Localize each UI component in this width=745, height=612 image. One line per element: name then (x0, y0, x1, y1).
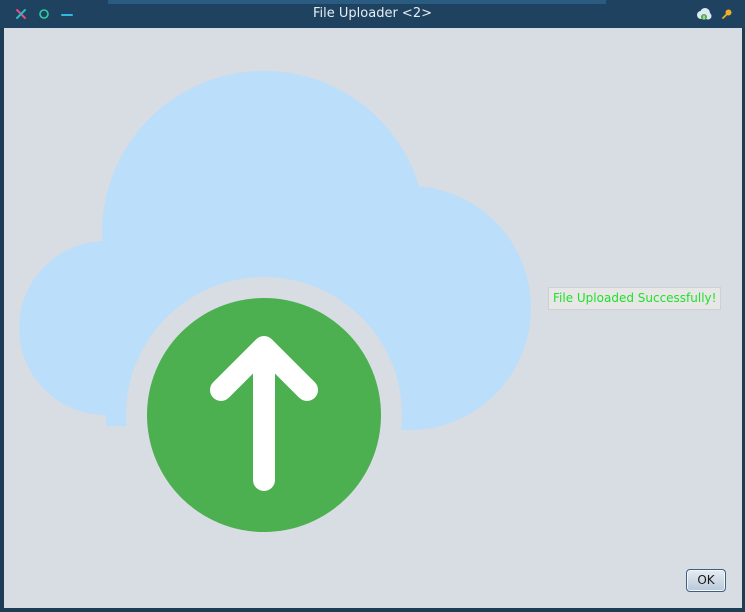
title-bar-accent (108, 0, 606, 4)
cloud-upload-app-icon (696, 7, 712, 21)
window-title: File Uploader <2> (313, 6, 432, 21)
upload-status-message: File Uploaded Successfully! (548, 287, 722, 310)
pin-icon[interactable] (720, 7, 734, 21)
file-uploader-window: File Uploader <2> File Uploaded Successf… (0, 0, 745, 612)
dialog-content: File Uploaded Successfully! OK (4, 28, 742, 608)
title-bar[interactable]: File Uploader <2> (0, 0, 745, 28)
ok-button[interactable]: OK (686, 569, 726, 592)
cloud-upload-icon (19, 71, 531, 548)
